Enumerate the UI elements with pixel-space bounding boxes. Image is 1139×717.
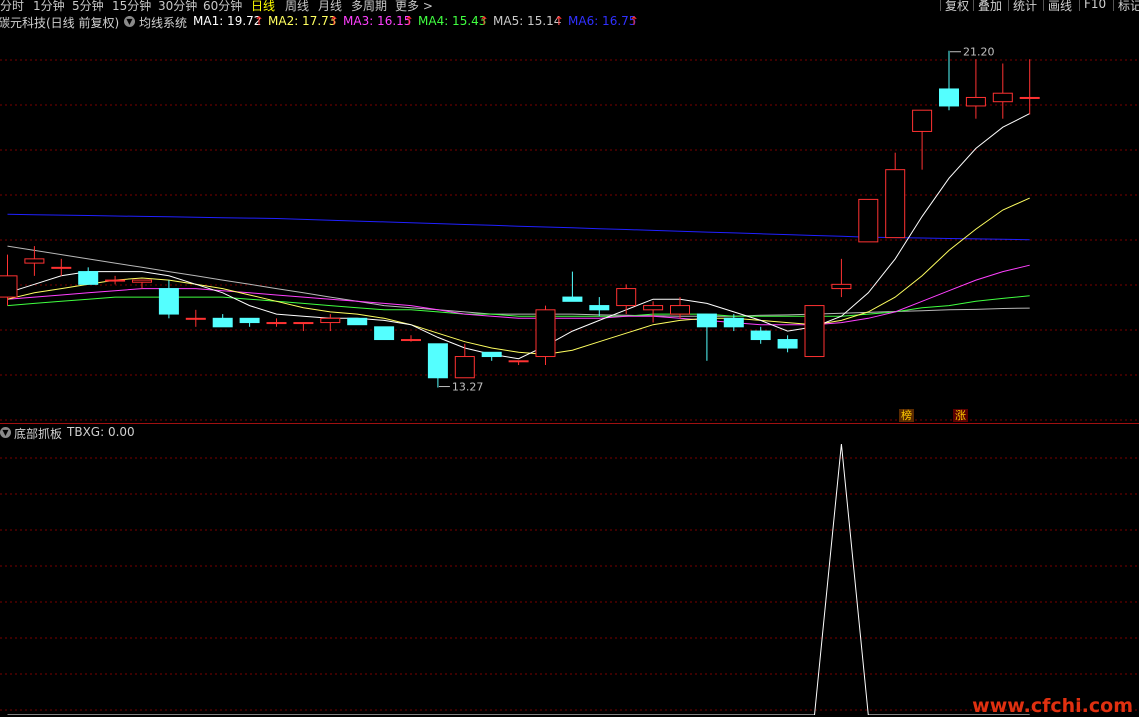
period-15min[interactable]: 15分钟 — [112, 0, 151, 14]
sub-indicator-chart[interactable] — [0, 440, 1139, 715]
candle-body — [562, 296, 583, 302]
f10-button[interactable]: F10 — [1079, 0, 1110, 11]
period-daily[interactable]: 日线 — [251, 0, 275, 14]
chevron-down-icon[interactable]: ▼ — [0, 427, 11, 438]
ma3-arrow-icon: ↑ — [404, 14, 415, 28]
period-fenshi[interactable]: 分时 — [0, 0, 24, 14]
ma5-label: MA5: 15.14 — [493, 14, 562, 28]
candle-body — [508, 360, 529, 363]
ma2-label: MA2: 17.73 — [268, 14, 337, 28]
period-monthly[interactable]: 月线 — [318, 0, 342, 14]
candle-body — [992, 92, 1013, 103]
draw-line-button[interactable]: 画线 — [1043, 0, 1076, 13]
candle-body — [239, 317, 260, 324]
period-60min[interactable]: 60分钟 — [203, 0, 242, 14]
fuquan-button[interactable]: 复权 — [940, 0, 973, 13]
candle-body — [616, 288, 637, 307]
ma6-arrow-icon: ↑ — [629, 14, 640, 28]
candle-body — [105, 279, 126, 282]
candle-body — [670, 305, 690, 315]
candlestick-chart[interactable]: 21.20 13.27 — [0, 30, 1139, 424]
candle-body — [723, 317, 744, 328]
candle-body — [51, 266, 72, 269]
candle-body — [320, 317, 341, 324]
candle-body — [401, 339, 421, 342]
ma3-label: MA3: 16.15 — [343, 14, 412, 28]
candle-body — [0, 275, 18, 298]
candle-body — [293, 322, 314, 325]
period-weekly[interactable]: 周线 — [285, 0, 309, 14]
candle-body — [885, 169, 906, 239]
candle-body — [696, 313, 717, 328]
ma4-arrow-icon: ↑ — [479, 14, 490, 28]
candle-body — [266, 322, 287, 325]
period-1min[interactable]: 1分钟 — [33, 0, 65, 14]
period-30min[interactable]: 30分钟 — [158, 0, 197, 14]
candle-body — [212, 317, 233, 328]
candle-body — [912, 109, 933, 132]
watermark: www.cfchi.com — [972, 695, 1133, 717]
candle-body — [78, 271, 99, 285]
candle-body — [858, 198, 879, 243]
candle-body — [158, 288, 179, 315]
candle-body — [347, 317, 368, 326]
tag-zhang: 涨 — [953, 409, 968, 422]
candle-body — [185, 317, 206, 320]
ma1-arrow-icon: ↑ — [254, 14, 265, 28]
candle-body — [589, 305, 610, 311]
stock-title: 碳元科技(日线 前复权) — [0, 16, 120, 30]
statistics-button[interactable]: 统计 — [1008, 0, 1041, 13]
candle-body — [777, 339, 798, 349]
panel-divider[interactable] — [0, 423, 1139, 424]
candle-body — [454, 356, 475, 379]
candle-body — [939, 88, 959, 107]
candle-body — [535, 309, 556, 358]
overlay-button[interactable]: 叠加 — [973, 0, 1006, 13]
candle-body — [24, 258, 45, 264]
candle-body — [427, 343, 448, 379]
ma5-arrow-icon: ↑ — [554, 14, 565, 28]
ma2-arrow-icon: ↑ — [329, 14, 340, 28]
candle-body — [804, 305, 825, 358]
candle-body — [965, 96, 986, 107]
ma1-label: MA1: 19.72 — [193, 14, 262, 28]
candle-body — [831, 283, 852, 290]
ma4-label: MA4: 15.43 — [418, 14, 487, 28]
candle-body — [750, 330, 771, 341]
ma6-label: MA6: 16.75 — [568, 14, 637, 28]
low-price-label: 13.27 — [452, 381, 484, 394]
mark-button[interactable]: 标记 — [1113, 0, 1139, 13]
period-more[interactable]: 更多 > — [395, 0, 433, 14]
candle-body — [132, 279, 152, 283]
high-price-label: 21.20 — [963, 46, 995, 59]
chevron-down-icon[interactable]: ▼ — [124, 16, 135, 27]
candle-body — [374, 326, 395, 341]
tag-bang: 榜 — [899, 409, 914, 422]
period-toolbar: 分时 1分钟 5分钟 15分钟 30分钟 60分钟 日线 周线 月线 多周期 更… — [0, 0, 1139, 14]
period-multi[interactable]: 多周期 — [351, 0, 387, 14]
sub-indicator-value: TBXG: 0.00 — [67, 425, 135, 439]
candle-body — [643, 305, 664, 311]
period-5min[interactable]: 5分钟 — [72, 0, 104, 14]
indicator-name[interactable]: 均线系统 — [139, 14, 187, 31]
candle-body — [481, 351, 502, 358]
candle-body — [1019, 96, 1040, 99]
